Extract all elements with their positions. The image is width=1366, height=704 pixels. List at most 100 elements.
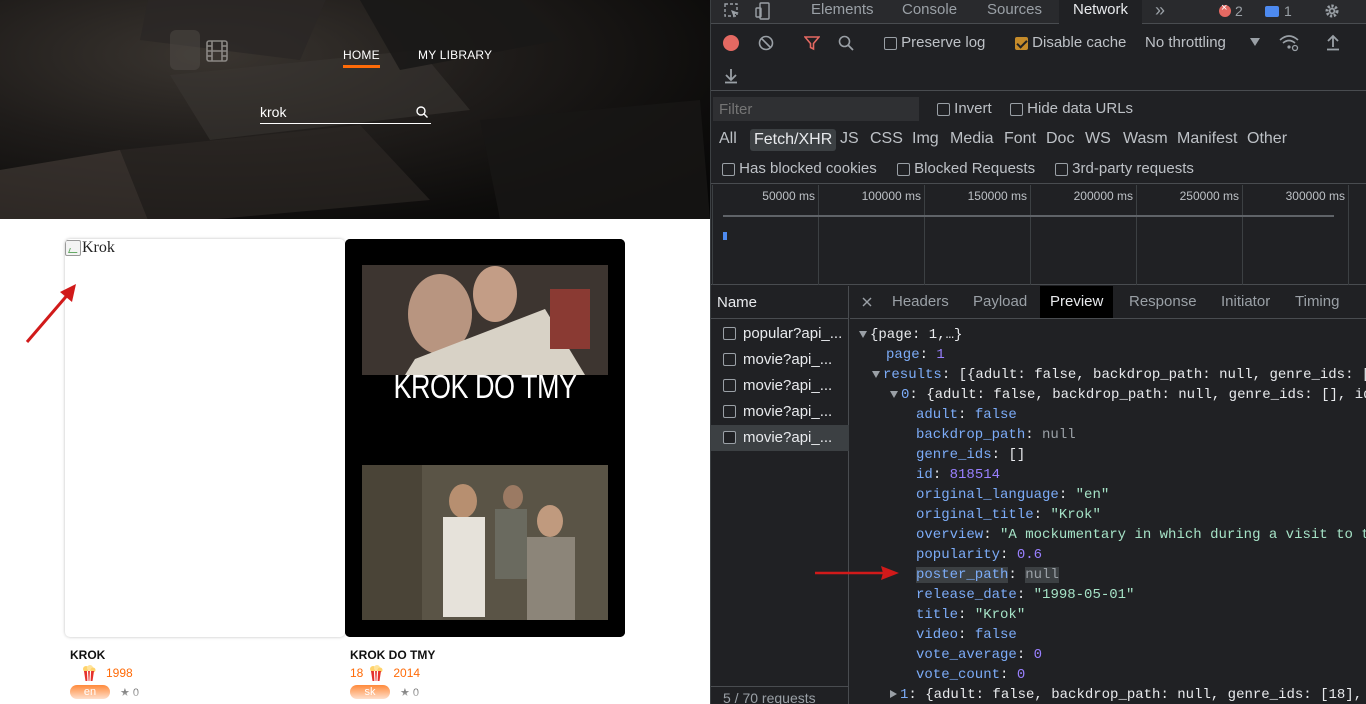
device-toolbar-icon[interactable] — [755, 2, 773, 20]
movie-card[interactable]: KROK DO TMY KROK DO TMY 18 2014 sk ★ 0 — [345, 239, 625, 699]
json-field-row[interactable]: genre_ids: [] — [916, 445, 1025, 465]
clear-icon[interactable] — [758, 35, 774, 51]
json-field-row[interactable]: vote_average: 0 — [916, 645, 1042, 665]
movie-poster[interactable]: KROK DO TMY — [345, 239, 625, 637]
json-field-row[interactable]: id: 818514 — [916, 465, 1000, 485]
json-field-row[interactable]: backdrop_path: null — [916, 425, 1076, 445]
expand-triangle-icon[interactable] — [890, 390, 898, 398]
filter-input[interactable] — [713, 97, 919, 121]
preserve-log-toggle[interactable]: Preserve log — [884, 34, 985, 51]
disable-cache-toggle[interactable]: Disable cache — [1015, 34, 1126, 51]
settings-gear-icon[interactable] — [1323, 2, 1341, 20]
film-logo-icon[interactable] — [205, 39, 229, 63]
json-field-row[interactable]: adult: false — [916, 405, 1017, 425]
movie-card[interactable]: Krok KROK 1998 en ★ 0 — [65, 239, 345, 699]
request-row[interactable]: movie?api_... — [711, 373, 849, 399]
tab-elements[interactable]: Elements — [811, 0, 874, 24]
network-conditions-icon[interactable] — [1279, 34, 1299, 52]
request-row[interactable]: movie?api_... — [711, 347, 849, 373]
json-field-row[interactable]: original_title: "Krok" — [916, 505, 1101, 525]
import-har-icon[interactable] — [1325, 34, 1341, 51]
json-row[interactable]: results: [{adult: false, backdrop_path: … — [872, 365, 1366, 385]
json-row[interactable]: page: 1 — [886, 345, 945, 365]
json-field-row[interactable]: vote_count: 0 — [916, 665, 1025, 685]
json-field-row[interactable]: overview: "A mockumentary in which durin… — [916, 525, 1366, 545]
blocked-cookies-checkbox[interactable] — [722, 162, 735, 176]
tab-response[interactable]: Response — [1129, 286, 1197, 318]
hide-data-urls-toggle[interactable]: Hide data URLs — [1010, 100, 1133, 117]
inspect-element-icon[interactable] — [723, 2, 741, 20]
json-key: adult — [916, 407, 959, 423]
message-counter[interactable]: 1 — [1265, 2, 1292, 20]
type-filter-manifest[interactable]: Manifest — [1177, 130, 1237, 148]
export-har-icon[interactable] — [723, 67, 739, 84]
json-field-row[interactable]: popularity: 0.6 — [916, 545, 1042, 565]
third-party-checkbox[interactable] — [1055, 162, 1068, 176]
invert-toggle[interactable]: Invert — [937, 100, 992, 117]
hide-data-urls-label: Hide data URLs — [1027, 100, 1134, 117]
poster-title-text: KROK DO TMY — [393, 368, 577, 406]
type-filter-js[interactable]: JS — [840, 130, 859, 148]
json-field-row[interactable]: release_date: "1998-05-01" — [916, 585, 1134, 605]
type-filter-ws[interactable]: WS — [1085, 130, 1111, 148]
nav-home-link[interactable]: HOME — [343, 48, 380, 68]
invert-checkbox[interactable] — [937, 102, 950, 116]
throttling-select[interactable]: No throttling — [1145, 34, 1226, 51]
preserve-log-checkbox[interactable] — [884, 36, 897, 50]
tab-preview[interactable]: Preview — [1040, 286, 1114, 318]
collapse-triangle-icon[interactable] — [890, 690, 897, 699]
tab-sources[interactable]: Sources — [987, 0, 1042, 24]
json-field-row[interactable]: video: false — [916, 625, 1017, 645]
type-filter-css[interactable]: CSS — [870, 130, 903, 148]
timeline-gridline — [1136, 185, 1137, 285]
expand-triangle-icon[interactable] — [859, 330, 867, 338]
timeline-track — [723, 215, 1334, 217]
request-row[interactable]: movie?api_... — [711, 399, 849, 425]
expand-triangle-icon[interactable] — [872, 370, 880, 378]
request-row[interactable]: popular?api_... — [711, 321, 849, 347]
blocked-requests-checkbox[interactable] — [897, 162, 910, 176]
type-filter-wasm[interactable]: Wasm — [1123, 130, 1168, 148]
request-row-selected[interactable]: movie?api_... — [711, 425, 849, 451]
json-field-row[interactable]: original_language: "en" — [916, 485, 1109, 505]
more-tabs-button[interactable]: » — [1155, 0, 1165, 24]
network-timeline-overview[interactable]: 50000 ms 100000 ms 150000 ms 200000 ms 2… — [711, 185, 1366, 285]
search-icon[interactable] — [415, 105, 429, 119]
type-filter-img[interactable]: Img — [912, 130, 939, 148]
type-filter-doc[interactable]: Doc — [1046, 130, 1074, 148]
close-icon[interactable] — [862, 297, 872, 307]
hide-data-urls-checkbox[interactable] — [1010, 102, 1023, 116]
filter-funnel-icon[interactable] — [804, 35, 820, 51]
disable-cache-checkbox[interactable] — [1015, 36, 1028, 50]
search-icon[interactable] — [838, 35, 854, 51]
blocked-requests-toggle[interactable]: Blocked Requests — [897, 160, 1035, 177]
third-party-toggle[interactable]: 3rd-party requests — [1055, 160, 1194, 177]
json-value: [] — [1008, 447, 1026, 463]
tab-payload[interactable]: Payload — [973, 286, 1027, 318]
json-root-row[interactable]: {page: 1,…} — [859, 325, 962, 345]
type-filter-all[interactable]: All — [719, 130, 737, 148]
type-filter-media[interactable]: Media — [950, 130, 994, 148]
type-filter-other[interactable]: Other — [1247, 130, 1287, 148]
json-row[interactable]: 0: {adult: false, backdrop_path: null, g… — [890, 385, 1366, 405]
json-row[interactable]: 1: {adult: false, backdrop_path: null, g… — [890, 685, 1362, 704]
tab-console[interactable]: Console — [902, 0, 957, 24]
tab-timing[interactable]: Timing — [1295, 286, 1339, 318]
json-key: page — [886, 347, 920, 363]
chevron-down-icon[interactable] — [1250, 38, 1260, 46]
tab-headers[interactable]: Headers — [892, 286, 949, 318]
movie-poster-broken[interactable]: Krok — [65, 239, 345, 637]
timeline-gridline — [712, 185, 713, 285]
error-counter[interactable]: 2 — [1219, 2, 1243, 20]
search-input[interactable] — [260, 102, 410, 122]
name-column-header[interactable]: Name — [711, 286, 849, 319]
record-button[interactable] — [723, 35, 739, 51]
tab-network[interactable]: Network — [1059, 0, 1143, 24]
type-filter-fetch-xhr[interactable]: Fetch/XHR — [750, 129, 837, 151]
nav-library-link[interactable]: MY LIBRARY — [418, 48, 492, 62]
blocked-cookies-toggle[interactable]: Has blocked cookies — [722, 160, 877, 177]
type-filter-font[interactable]: Font — [1004, 130, 1036, 148]
json-field-row[interactable]: title: "Krok" — [916, 605, 1025, 625]
json-field-row[interactable]: poster_path: null — [916, 565, 1059, 585]
tab-initiator[interactable]: Initiator — [1221, 286, 1270, 318]
